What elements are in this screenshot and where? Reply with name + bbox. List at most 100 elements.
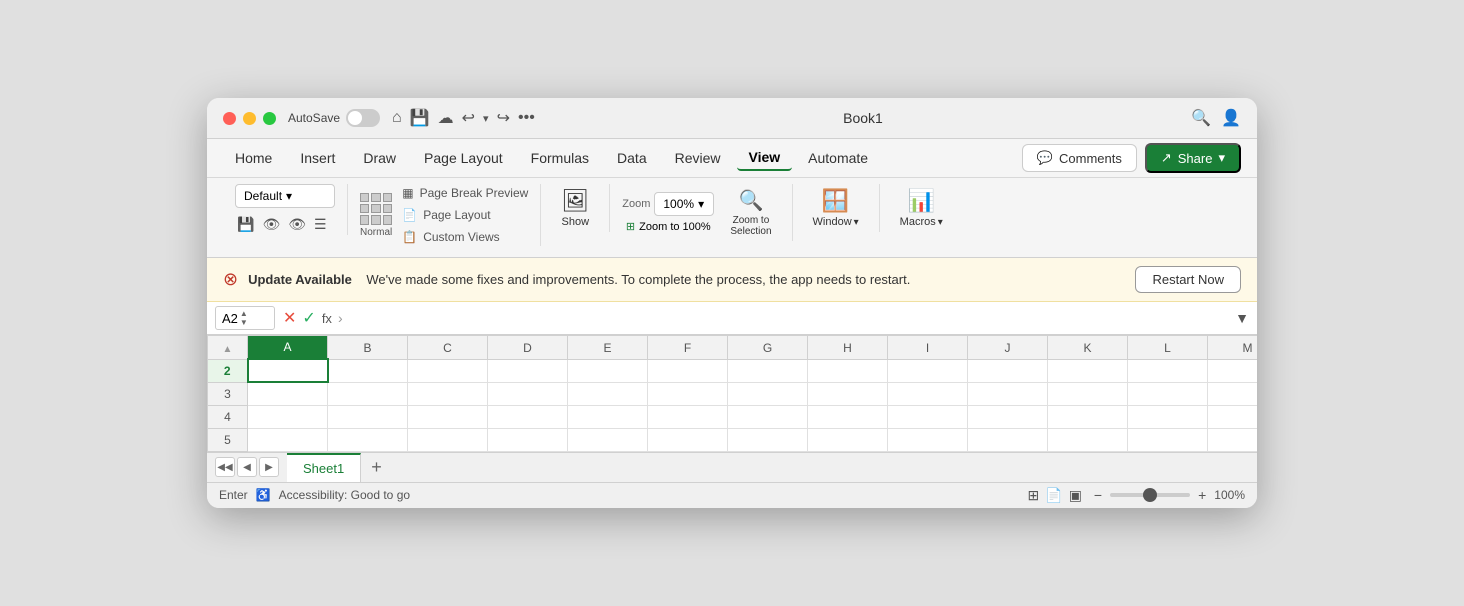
more-icon[interactable]: ••• [518,109,535,127]
page-break-preview[interactable]: ▦ Page Break Preview [402,184,528,202]
cell-F5[interactable] [648,428,728,451]
profile-icon[interactable]: 👤 [1221,108,1241,128]
col-header-I[interactable]: I [888,336,968,360]
cell-M4[interactable] [1208,405,1258,428]
cell-L4[interactable] [1128,405,1208,428]
cell-F3[interactable] [648,382,728,405]
col-header-G[interactable]: G [728,336,808,360]
comments-button[interactable]: 💬 Comments [1022,144,1137,172]
col-header-E[interactable]: E [568,336,648,360]
zoom-slider[interactable] [1110,493,1190,497]
menu-formulas[interactable]: Formulas [519,146,601,170]
redo-icon[interactable]: ↪ [497,108,510,128]
cell-F2[interactable] [648,359,728,382]
col-header-M[interactable]: M [1208,336,1258,360]
zoom-100-label[interactable]: Zoom to 100% [639,221,711,233]
cell-J3[interactable] [968,382,1048,405]
cell-K3[interactable] [1048,382,1128,405]
eye2-icon[interactable]: 👁 [286,214,308,235]
cell-E4[interactable] [568,405,648,428]
cell-reference[interactable]: A2 ▲ ▼ [215,306,275,330]
sheet-view-select[interactable]: Default ▾ [235,184,335,208]
formula-fx-button[interactable]: fx [322,311,332,326]
cell-E3[interactable] [568,382,648,405]
page-layout-view[interactable]: 📄 Page Layout [402,206,528,224]
col-header-L[interactable]: L [1128,336,1208,360]
menu-view[interactable]: View [737,145,793,171]
cell-M2[interactable] [1208,359,1258,382]
cell-B3[interactable] [328,382,408,405]
eye1-icon[interactable]: 👁 [260,214,282,235]
menu-automate[interactable]: Automate [796,146,880,170]
cell-C3[interactable] [408,382,488,405]
cell-D4[interactable] [488,405,568,428]
zoom-select[interactable]: 100% ▾ [654,192,714,216]
cell-G5[interactable] [728,428,808,451]
cell-H2[interactable] [808,359,888,382]
cell-J2[interactable] [968,359,1048,382]
cloud-save-icon[interactable]: ☁ [438,108,454,128]
list-icon[interactable]: ☰ [312,214,329,235]
cell-M3[interactable] [1208,382,1258,405]
home-icon[interactable]: ⌂ [392,109,402,127]
cell-F4[interactable] [648,405,728,428]
cell-C5[interactable] [408,428,488,451]
cell-G4[interactable] [728,405,808,428]
col-header-H[interactable]: H [808,336,888,360]
cell-L5[interactable] [1128,428,1208,451]
share-button[interactable]: ↗ Share ▾ [1145,143,1241,173]
cell-E5[interactable] [568,428,648,451]
cell-C2[interactable] [408,359,488,382]
formula-confirm-button[interactable]: ✓ [302,308,315,328]
cell-J4[interactable] [968,405,1048,428]
macros-button[interactable]: 📊 Macros ▾ [892,184,951,232]
cell-A5[interactable] [248,428,328,451]
normal-view-button[interactable]: Normal [360,193,392,238]
col-header-J[interactable]: J [968,336,1048,360]
cell-D5[interactable] [488,428,568,451]
cell-L2[interactable] [1128,359,1208,382]
maximize-button[interactable] [263,112,276,125]
custom-views[interactable]: 📋 Custom Views [402,228,528,246]
add-sheet-button[interactable]: + [361,453,392,482]
cell-C4[interactable] [408,405,488,428]
cell-K2[interactable] [1048,359,1128,382]
cell-E2[interactable] [568,359,648,382]
cell-L3[interactable] [1128,382,1208,405]
menu-review[interactable]: Review [663,146,733,170]
minimize-button[interactable] [243,112,256,125]
cell-H5[interactable] [808,428,888,451]
cell-B4[interactable] [328,405,408,428]
cell-A4[interactable] [248,405,328,428]
sheet-nav-prev[interactable]: ◀ [237,457,257,477]
page-break-icon[interactable]: ▣ [1069,487,1082,504]
cell-I5[interactable] [888,428,968,451]
col-header-C[interactable]: C [408,336,488,360]
cell-B2[interactable] [328,359,408,382]
grid-view-icon[interactable]: ⊞ [1028,487,1040,504]
col-header-K[interactable]: K [1048,336,1128,360]
cell-J5[interactable] [968,428,1048,451]
save-small-icon[interactable]: 💾 [235,214,256,235]
zoom-plus-button[interactable]: + [1198,487,1206,503]
cell-I4[interactable] [888,405,968,428]
cell-I2[interactable] [888,359,968,382]
cell-D3[interactable] [488,382,568,405]
menu-home[interactable]: Home [223,146,284,170]
cell-K5[interactable] [1048,428,1128,451]
cell-I3[interactable] [888,382,968,405]
menu-data[interactable]: Data [605,146,659,170]
formula-cancel-button[interactable]: ✕ [283,308,296,328]
undo-icon[interactable]: ↩ [462,108,475,128]
col-header-D[interactable]: D [488,336,568,360]
sheet-nav-prev-prev[interactable]: ◀◀ [215,457,235,477]
window-button[interactable]: 🪟 Window ▾ [805,184,867,232]
zoom-minus-button[interactable]: − [1094,487,1102,503]
col-header-F[interactable]: F [648,336,728,360]
search-icon[interactable]: 🔍 [1191,108,1211,128]
save-icon[interactable]: 💾 [410,108,430,128]
restart-now-button[interactable]: Restart Now [1135,266,1241,293]
cell-G2[interactable] [728,359,808,382]
formula-input[interactable] [351,311,1228,326]
close-button[interactable] [223,112,236,125]
